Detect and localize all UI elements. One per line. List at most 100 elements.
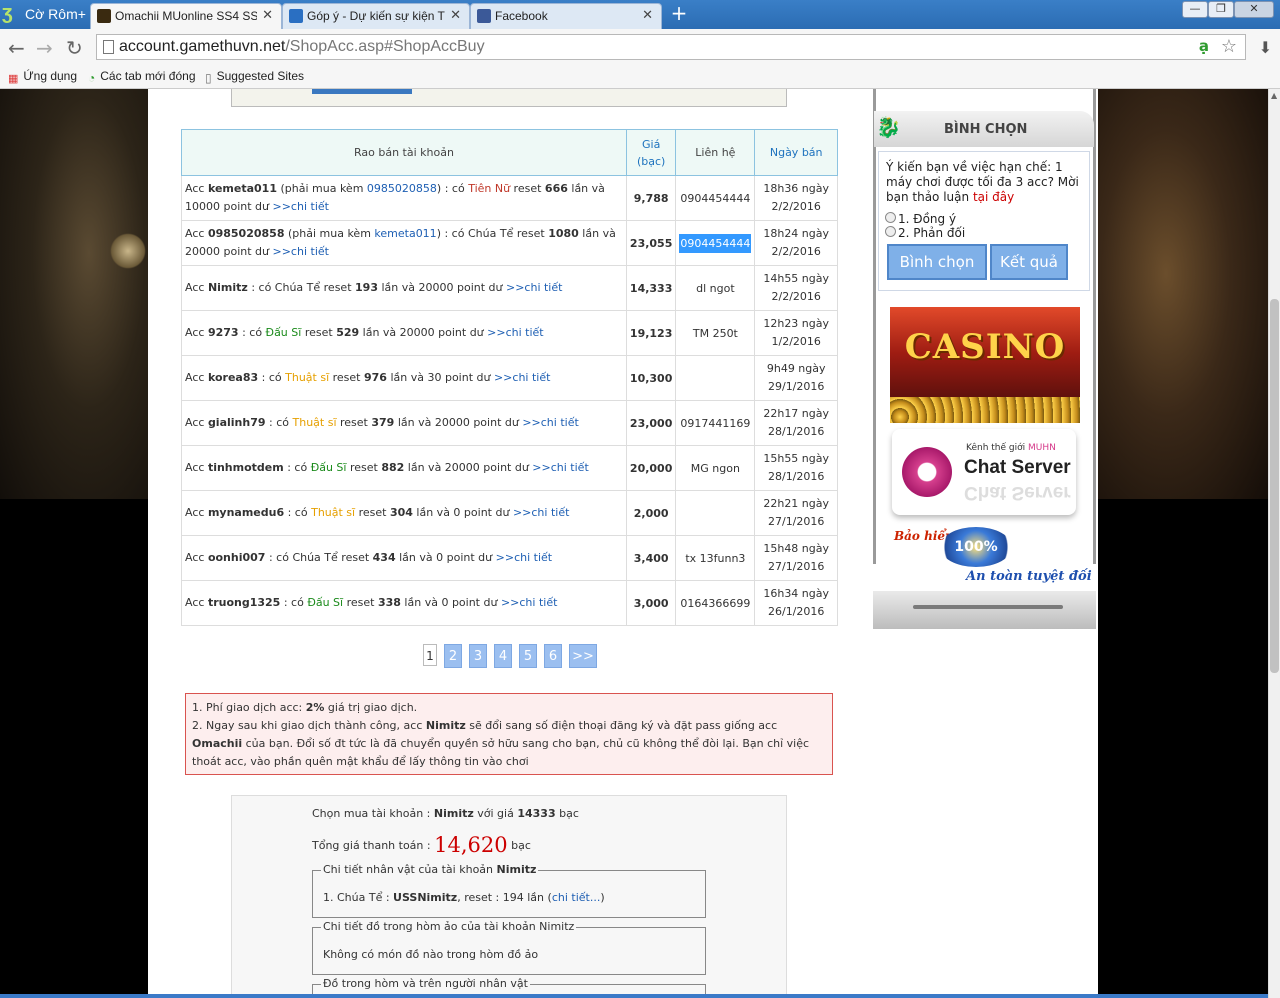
detail-link[interactable]: >>chi tiết (273, 245, 329, 258)
detail-link[interactable]: >>chi tiết (522, 416, 578, 429)
account-name: 9273 (207, 326, 239, 339)
restore-button[interactable]: ❐ (1208, 1, 1234, 18)
casino-banner[interactable]: CASINO (890, 307, 1080, 423)
close-window-button[interactable]: ✕ (1234, 1, 1274, 18)
radio-icon[interactable] (885, 212, 896, 223)
history-icon: ◔ (88, 71, 96, 85)
detail-link[interactable]: >>chi tiết (513, 506, 569, 519)
scroll-up-icon[interactable]: ▲ (1271, 91, 1277, 100)
buy-panel: Chọn mua tài khoản : Nimitz với giá 1433… (231, 795, 787, 998)
character-detail-link[interactable]: chi tiết... (552, 891, 601, 904)
vote-button[interactable]: Bình chọn (887, 244, 987, 280)
detail-link[interactable]: >>chi tiết (496, 551, 552, 564)
detail-link[interactable]: >>chi tiết (501, 596, 557, 609)
date-cell: 18h24 ngày 2/2/2016 (754, 220, 838, 266)
radio-icon[interactable] (885, 226, 896, 237)
result-button[interactable]: Kết quả (990, 244, 1068, 280)
tab-gop-y[interactable]: Góp ý - Dự kiến sự kiện Tết ✕ (282, 3, 470, 29)
character-class: Đấu Sĩ (310, 461, 347, 474)
table-row: Acc 9273 : có Đấu Sĩ reset 529 lần và 20… (181, 310, 838, 356)
col-price[interactable]: Giá (bạc) (625, 129, 677, 176)
account-name: tinhmotdem (207, 461, 284, 474)
close-icon[interactable]: ✕ (262, 8, 273, 23)
coins-decoration (890, 397, 1080, 423)
col-desc: Rao bán tài khoản (181, 129, 627, 176)
address-bar[interactable]: account.gamethuvn.net/ShopAcc.asp#ShopAc… (96, 34, 1246, 60)
paired-account-link[interactable]: 0985020858 (367, 182, 437, 195)
contact-cell: tx 13funn3 (675, 535, 756, 581)
price-cell: 23,000 (625, 400, 677, 446)
tab-omachii[interactable]: Omachii MUonline SS4 SS6 S ✕ (90, 3, 282, 29)
page-2[interactable]: 2 (444, 644, 462, 668)
scroll-thumb[interactable] (1270, 299, 1279, 673)
vertical-scrollbar[interactable]: ▲ (1268, 89, 1280, 998)
chat-subtitle: Kênh thế giới MUHN (966, 443, 1056, 453)
back-arrow-icon[interactable]: ← (8, 36, 25, 60)
character-class: Thuật sĩ (292, 416, 337, 429)
detail-link[interactable]: >>chi tiết (532, 461, 588, 474)
page-5[interactable]: 5 (519, 644, 537, 668)
contact-cell: 0917441169 (675, 400, 756, 446)
vote-option-agree[interactable]: 1. Đồng ý (885, 212, 956, 226)
character-legend: Chi tiết nhân vật của tài khoản Nimitz (321, 863, 539, 876)
bookmark-star-icon[interactable]: ☆ (1221, 36, 1237, 57)
close-icon[interactable]: ✕ (450, 8, 461, 23)
account-name: korea83 (207, 371, 259, 384)
date-cell: 15h48 ngày 27/1/2016 (754, 535, 838, 581)
detail-link[interactable]: >>chi tiết (494, 371, 550, 384)
col-date[interactable]: Ngày bán (754, 129, 838, 176)
notice-line-2: 2. Ngay sau khi giao dịch thành công, ac… (192, 719, 810, 768)
account-description: Acc Nimitz : có Chúa Tể reset 193 lần và… (181, 265, 627, 311)
account-description: Acc korea83 : có Thuật sĩ reset 976 lần … (181, 355, 627, 401)
discussion-link[interactable]: tại đây (973, 190, 1014, 204)
tab-facebook[interactable]: Facebook ✕ (470, 3, 662, 29)
page-6[interactable]: 6 (544, 644, 562, 668)
account-name: mynamedu6 (207, 506, 285, 519)
bookmark-closed-tabs[interactable]: ◔ Các tab mới đóng (88, 69, 196, 85)
reload-icon[interactable]: ↻ (66, 36, 83, 60)
chat-server-reflection: Chat Server (964, 482, 1071, 503)
date-cell: 16h34 ngày 26/1/2016 (754, 580, 838, 626)
reset-count: 666 (544, 182, 568, 195)
vote-option-disagree[interactable]: 2. Phản đối (885, 226, 965, 240)
detail-link[interactable]: >>chi tiết (273, 200, 329, 213)
vote-title: BÌNH CHỌN (944, 122, 1028, 137)
url-text[interactable]: account.gamethuvn.net/ShopAcc.asp#ShopAc… (119, 38, 485, 56)
character-class: Đấu Sĩ (265, 326, 302, 339)
vote-header: 🐉 BÌNH CHỌN (874, 111, 1094, 147)
apps-grid-icon: ▦ (8, 73, 19, 85)
banner-button[interactable] (312, 89, 412, 94)
price-cell: 19,123 (625, 310, 677, 356)
forum-favicon-icon (289, 9, 303, 23)
chest-legend: Chi tiết đồ trong hòm ảo của tài khoản N… (321, 920, 577, 933)
bookmark-apps[interactable]: ▦ Ứng dụng (8, 69, 77, 85)
page-4[interactable]: 4 (494, 644, 512, 668)
page-3[interactable]: 3 (469, 644, 487, 668)
chat-server-banner[interactable]: Kênh thế giới MUHN Chat Server Chat Serv… (892, 429, 1076, 515)
accounts-table: Rao bán tài khoản Giá (bạc) Liên hệ Ngày… (181, 129, 838, 626)
browser-logo[interactable]: ʒ Cờ Rôm+ (0, 0, 88, 29)
forward-arrow-icon[interactable]: → (36, 36, 53, 60)
notice-line-1: 1. Phí giao dịch acc: 2% giá trị giao dị… (192, 701, 418, 714)
page-next[interactable]: >> (569, 644, 597, 668)
character-class: Thuật sĩ (311, 506, 356, 519)
background-art-left (0, 89, 148, 499)
contact-cell (675, 355, 756, 401)
new-tab-button[interactable]: + (668, 3, 690, 24)
inventory-legend: Đồ trong hòm và trên người nhân vật (321, 977, 530, 990)
buy-summary: Chọn mua tài khoản : Nimitz với giá 1433… (312, 807, 579, 820)
tab-title: Omachii MUonline SS4 SS6 S (115, 9, 257, 23)
page-icon (103, 40, 114, 54)
col-contact: Liên hệ (675, 129, 756, 176)
detail-link[interactable]: >>chi tiết (487, 326, 543, 339)
download-icon[interactable]: ⬇ (1259, 38, 1272, 57)
close-icon[interactable]: ✕ (642, 8, 653, 23)
guarantee-seal-icon: 100% (940, 527, 1012, 567)
transaction-notice: 1. Phí giao dịch acc: 2% giá trị giao dị… (185, 693, 833, 775)
reset-count: 379 (371, 416, 395, 429)
bookmark-suggested-sites[interactable]: ▯ Suggested Sites (205, 69, 304, 85)
detail-link[interactable]: >>chi tiết (506, 281, 562, 294)
paired-account-link[interactable]: kemeta011 (374, 227, 436, 240)
minimize-button[interactable]: — (1182, 1, 1208, 18)
extension-icon[interactable]: ạ (1199, 37, 1209, 55)
